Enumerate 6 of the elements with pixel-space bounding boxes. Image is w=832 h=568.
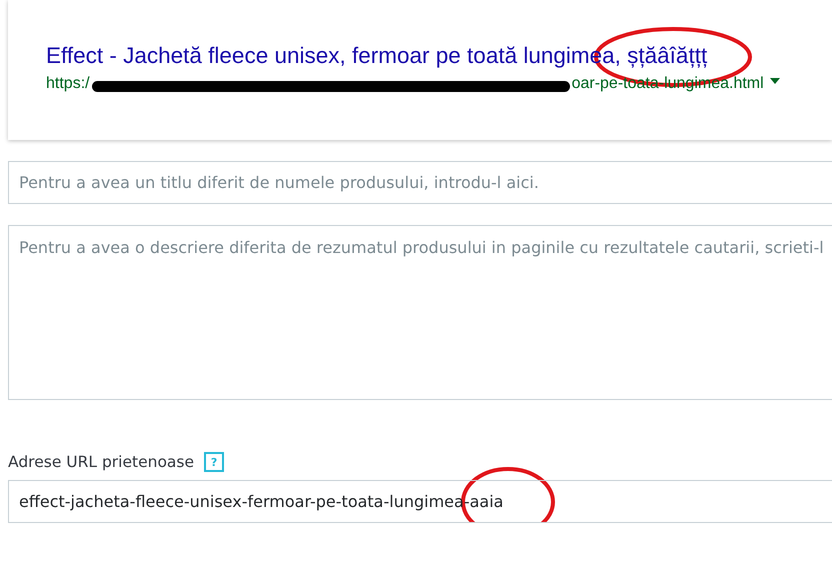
url-text: oar-pe-toata-lungimea.html: [572, 75, 764, 93]
title-input[interactable]: Pentru a avea un titlu diferit de numele produsului, introdu-l aici.: [8, 161, 832, 204]
url-text: https:/: [46, 75, 90, 93]
caret-icon[interactable]: [770, 78, 780, 84]
description-textarea[interactable]: Pentru a avea o descriere diferita de rezumatul produsului in paginile cu rezultatele cautarii, scrieti-l: [8, 225, 832, 400]
field-label: Adrese URL prietenoase: [8, 453, 194, 471]
